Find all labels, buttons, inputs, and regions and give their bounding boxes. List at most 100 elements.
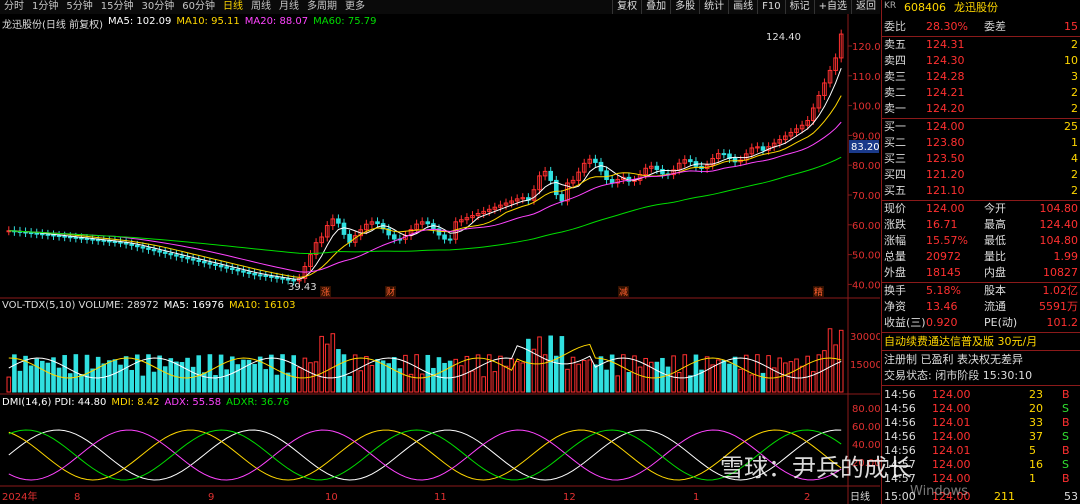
volume-bar (45, 362, 51, 393)
level-price: 124.30 (926, 54, 965, 67)
stock-code: 608406 (904, 1, 946, 14)
candle-body (134, 244, 140, 248)
tick-volume: 33 (1029, 416, 1043, 429)
candle-body (34, 232, 40, 235)
trade-status: 交易状态: 闭市阶段 15:30:10 (884, 369, 1033, 382)
legend-item: DMI(14,6) PDI: 44.80 (2, 397, 107, 408)
volume-bar (598, 356, 604, 393)
volume-bar (207, 354, 213, 393)
tick-row: 14:56 124.01 33 B (884, 416, 1078, 430)
candle-body (112, 240, 118, 243)
candle-body (162, 251, 168, 254)
tick-time: 14:56 (884, 388, 916, 401)
volume-bar (531, 348, 537, 393)
stat-l2: 流通 (984, 300, 1006, 313)
volume-bar (352, 354, 358, 393)
candle-body (129, 243, 134, 246)
kline-chart[interactable]: 120.0110.0100.090.0080.0070.0060.0050.00… (0, 0, 880, 504)
volume-bar (17, 370, 23, 393)
volume-bar (28, 365, 34, 393)
tick-side: S (1062, 430, 1069, 443)
tick-volume: 16 (1029, 458, 1043, 471)
legend-item: MA5: 16976 (163, 300, 224, 311)
volume-bar (548, 335, 553, 393)
level-label: 买一 (884, 120, 906, 133)
candle-body (285, 278, 291, 281)
volume-bar (688, 375, 693, 393)
stat-v1: 5.18% (926, 284, 961, 297)
level-volume: 2 (1071, 86, 1078, 99)
level-label: 卖二 (884, 86, 906, 99)
legend-item: MDI: 8.42 (111, 397, 160, 408)
stat-l2: 最高 (984, 218, 1006, 231)
stat-row: 收益(三) 0.920 PE(动) 101.2 (884, 316, 1078, 330)
candle-body (62, 235, 67, 238)
volume-bar (112, 359, 118, 393)
volume-bar (252, 363, 257, 393)
volume-bar (503, 365, 509, 393)
candle-body (336, 218, 341, 224)
event-mark: 减 (619, 286, 628, 298)
tick-row: 14:56 124.01 5 B (884, 444, 1078, 458)
candle-body (151, 248, 157, 252)
x-tick-label: 1 (693, 492, 699, 503)
stat-v1: 13.46 (926, 300, 958, 313)
tick-volume: 1 (1029, 472, 1036, 485)
watermark: 雪球：尹兵的成长 (720, 448, 912, 483)
level-label: 卖一 (884, 102, 906, 115)
market-tag: KR (884, 1, 897, 11)
volume-bar (431, 367, 436, 393)
level-label: 买四 (884, 168, 906, 181)
stat-l1: 涨跌 (884, 218, 906, 231)
candle-body (95, 239, 101, 242)
volume-bar (682, 354, 688, 393)
volume-bar (509, 358, 514, 393)
y-tick-label: 110.0 (852, 72, 880, 83)
stat-v1: 15.57% (926, 234, 968, 247)
volume-bar (520, 362, 526, 393)
candle-body (548, 170, 553, 181)
volume-bar (704, 356, 710, 393)
candle-body (51, 234, 56, 237)
volume-bar (56, 367, 62, 393)
volume-bar (498, 355, 503, 393)
candle-body (241, 270, 246, 273)
tick-row: 14:56 124.00 23 B (884, 388, 1078, 402)
legend-item: ADX: 55.58 (164, 397, 222, 408)
stat-v1: 0.920 (926, 316, 958, 329)
volume-bar (319, 335, 324, 393)
level-label: 卖四 (884, 54, 906, 67)
volume-bar (218, 354, 224, 393)
volume-bar (62, 355, 67, 393)
level-volume: 1 (1071, 136, 1078, 149)
volume-bar (241, 359, 246, 393)
low-label: 39.43 (288, 282, 317, 293)
volume-bar (621, 354, 626, 393)
candle-body (84, 238, 90, 241)
volume-bar (475, 354, 481, 393)
volume-bar (162, 366, 168, 393)
tick-volume: 211 (994, 490, 1015, 503)
volume-bar (481, 376, 486, 393)
candle-body (28, 232, 34, 235)
vol-tick-label: 30000 (850, 332, 880, 343)
level-price: 124.00 (926, 120, 965, 133)
order-row: 卖二 124.21 2 (884, 86, 1078, 100)
level-price: 124.31 (926, 38, 965, 51)
tick-side: B (1062, 416, 1070, 429)
promo-banner[interactable]: 自动续费通达信普及版 30元/月 (884, 335, 1078, 349)
volume-bar (537, 336, 542, 393)
stat-v2: 10827 (1043, 266, 1078, 279)
candle-body (202, 260, 207, 264)
order-row: 买五 121.10 2 (884, 184, 1078, 198)
level-price: 123.80 (926, 136, 965, 149)
label: 委比 (884, 20, 906, 33)
volume-bar (553, 355, 559, 393)
x-tick-label: 12 (563, 492, 576, 503)
candle-body (157, 250, 162, 253)
candle-body (45, 233, 51, 236)
volume-bar (743, 354, 749, 393)
level-label: 卖三 (884, 70, 906, 83)
stat-v2: 5591万 (1039, 300, 1078, 313)
volume-bar (302, 357, 308, 393)
